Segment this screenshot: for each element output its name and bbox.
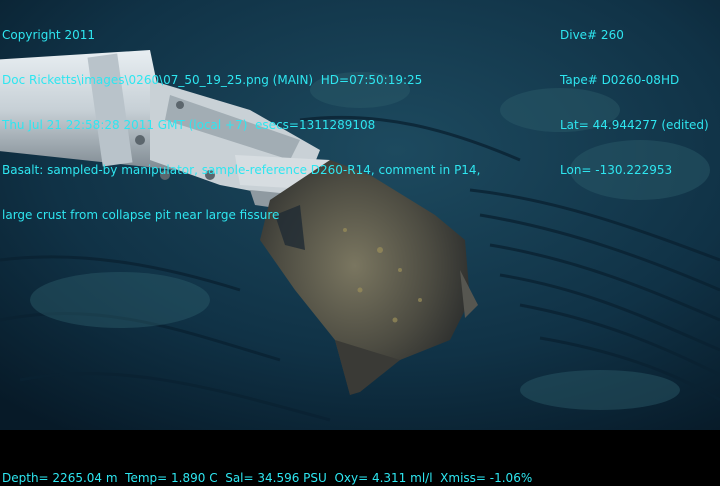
- overlay-sample-description: Basalt: sampled-by manipulator, sample-r…: [2, 163, 481, 177]
- overlay-copyright: Copyright 2011: [2, 28, 95, 42]
- overlay-sample-comment: large crust from collapse pit near large…: [2, 208, 280, 222]
- overlay-top-left: Copyright 2011 Doc Ricketts\images\0260\…: [2, 0, 480, 238]
- overlay-top-right: Dive# 260 Tape# D0260-08HD Lat= 44.94427…: [560, 0, 709, 193]
- overlay-image-path: Doc Ricketts\images\0260\07_50_19_25.png…: [2, 73, 423, 87]
- overlay-sensor-readout: Depth= 2265.04 m Temp= 1.890 C Sal= 34.5…: [2, 471, 533, 485]
- overlay-timestamp: Thu Jul 21 22:58:28 2011 GMT (local +7) …: [2, 118, 376, 132]
- overlay-latitude: Lat= 44.944277 (edited): [560, 118, 709, 132]
- overlay-longitude: Lon= -130.222953: [560, 163, 673, 177]
- overlay-dive-number: Dive# 260: [560, 28, 624, 42]
- overlay-tape-number: Tape# D0260-08HD: [560, 73, 680, 87]
